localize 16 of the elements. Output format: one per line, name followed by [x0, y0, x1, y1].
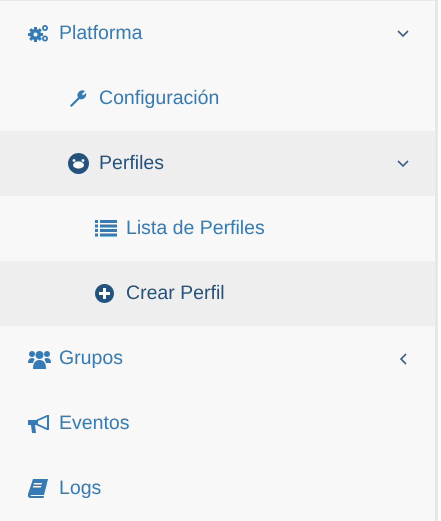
- book-icon: [28, 479, 48, 498]
- plus-circle-icon: [95, 284, 114, 303]
- menu-item[interactable]: Lista de Perfiles: [0, 196, 435, 261]
- gears-icon: [28, 24, 50, 43]
- round-badge-icon: [68, 153, 89, 174]
- menu-item[interactable]: Grupos: [0, 326, 435, 391]
- menu-item[interactable]: Eventos: [0, 391, 435, 456]
- menu-item[interactable]: Configuración: [0, 66, 435, 131]
- menu-item[interactable]: Logs: [0, 456, 435, 521]
- list-icon: [95, 220, 117, 237]
- menu-item[interactable]: Perfiles: [0, 131, 435, 196]
- users-icon: [28, 348, 51, 368]
- menu-item[interactable]: Platforma: [0, 1, 435, 66]
- bullhorn-icon: [28, 414, 50, 434]
- wrench-icon: [68, 88, 88, 108]
- menu-item[interactable]: Crear Perfil: [0, 261, 435, 326]
